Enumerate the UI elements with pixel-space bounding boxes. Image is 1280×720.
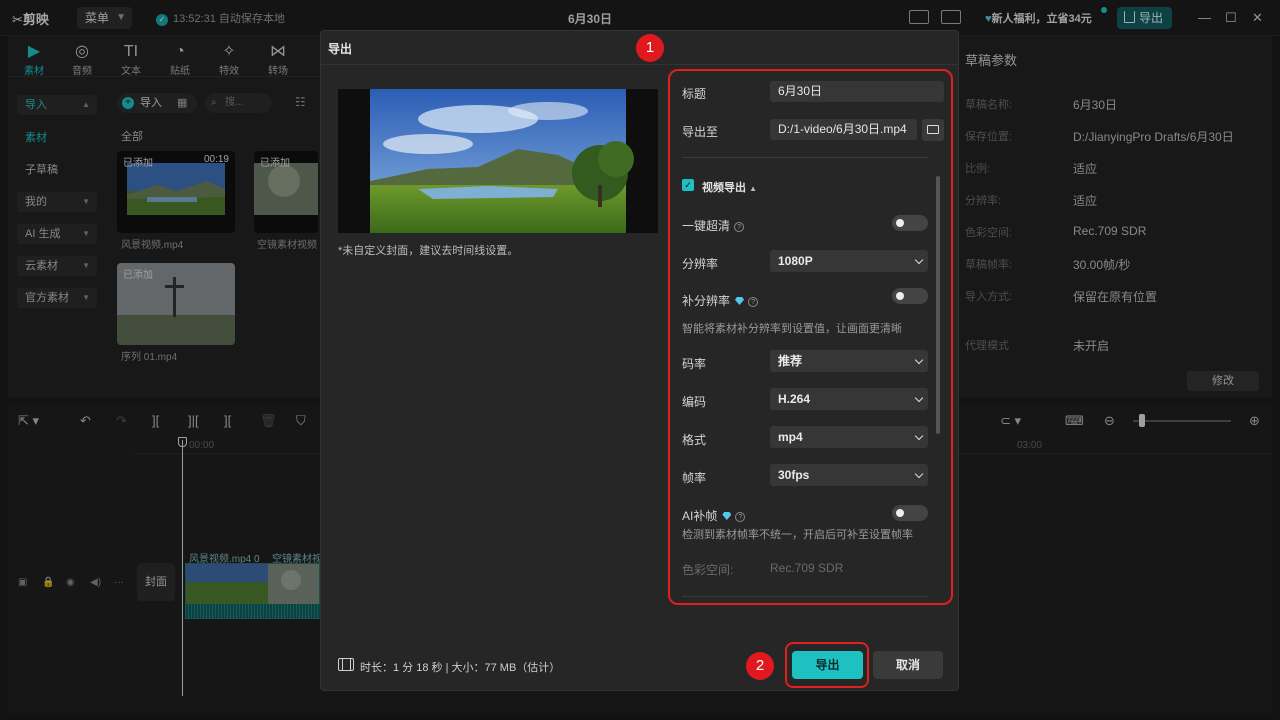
highlight-box-export [785, 642, 869, 688]
landscape-preview-image [338, 89, 658, 233]
cover-note: *未自定义封面，建议去时间线设置。 [338, 245, 519, 257]
cover-preview [338, 89, 658, 233]
highlight-box-settings [668, 69, 953, 605]
step-badge-2: 2 [746, 652, 774, 680]
step-badge-1: 1 [636, 34, 664, 62]
dialog-title: 导出 [328, 42, 353, 56]
cancel-button[interactable]: 取消 [873, 651, 943, 679]
export-info: 时长：1 分 18 秒 | 大小：77 MB（估计） [360, 662, 561, 674]
divider [321, 64, 958, 65]
film-icon [338, 658, 354, 671]
